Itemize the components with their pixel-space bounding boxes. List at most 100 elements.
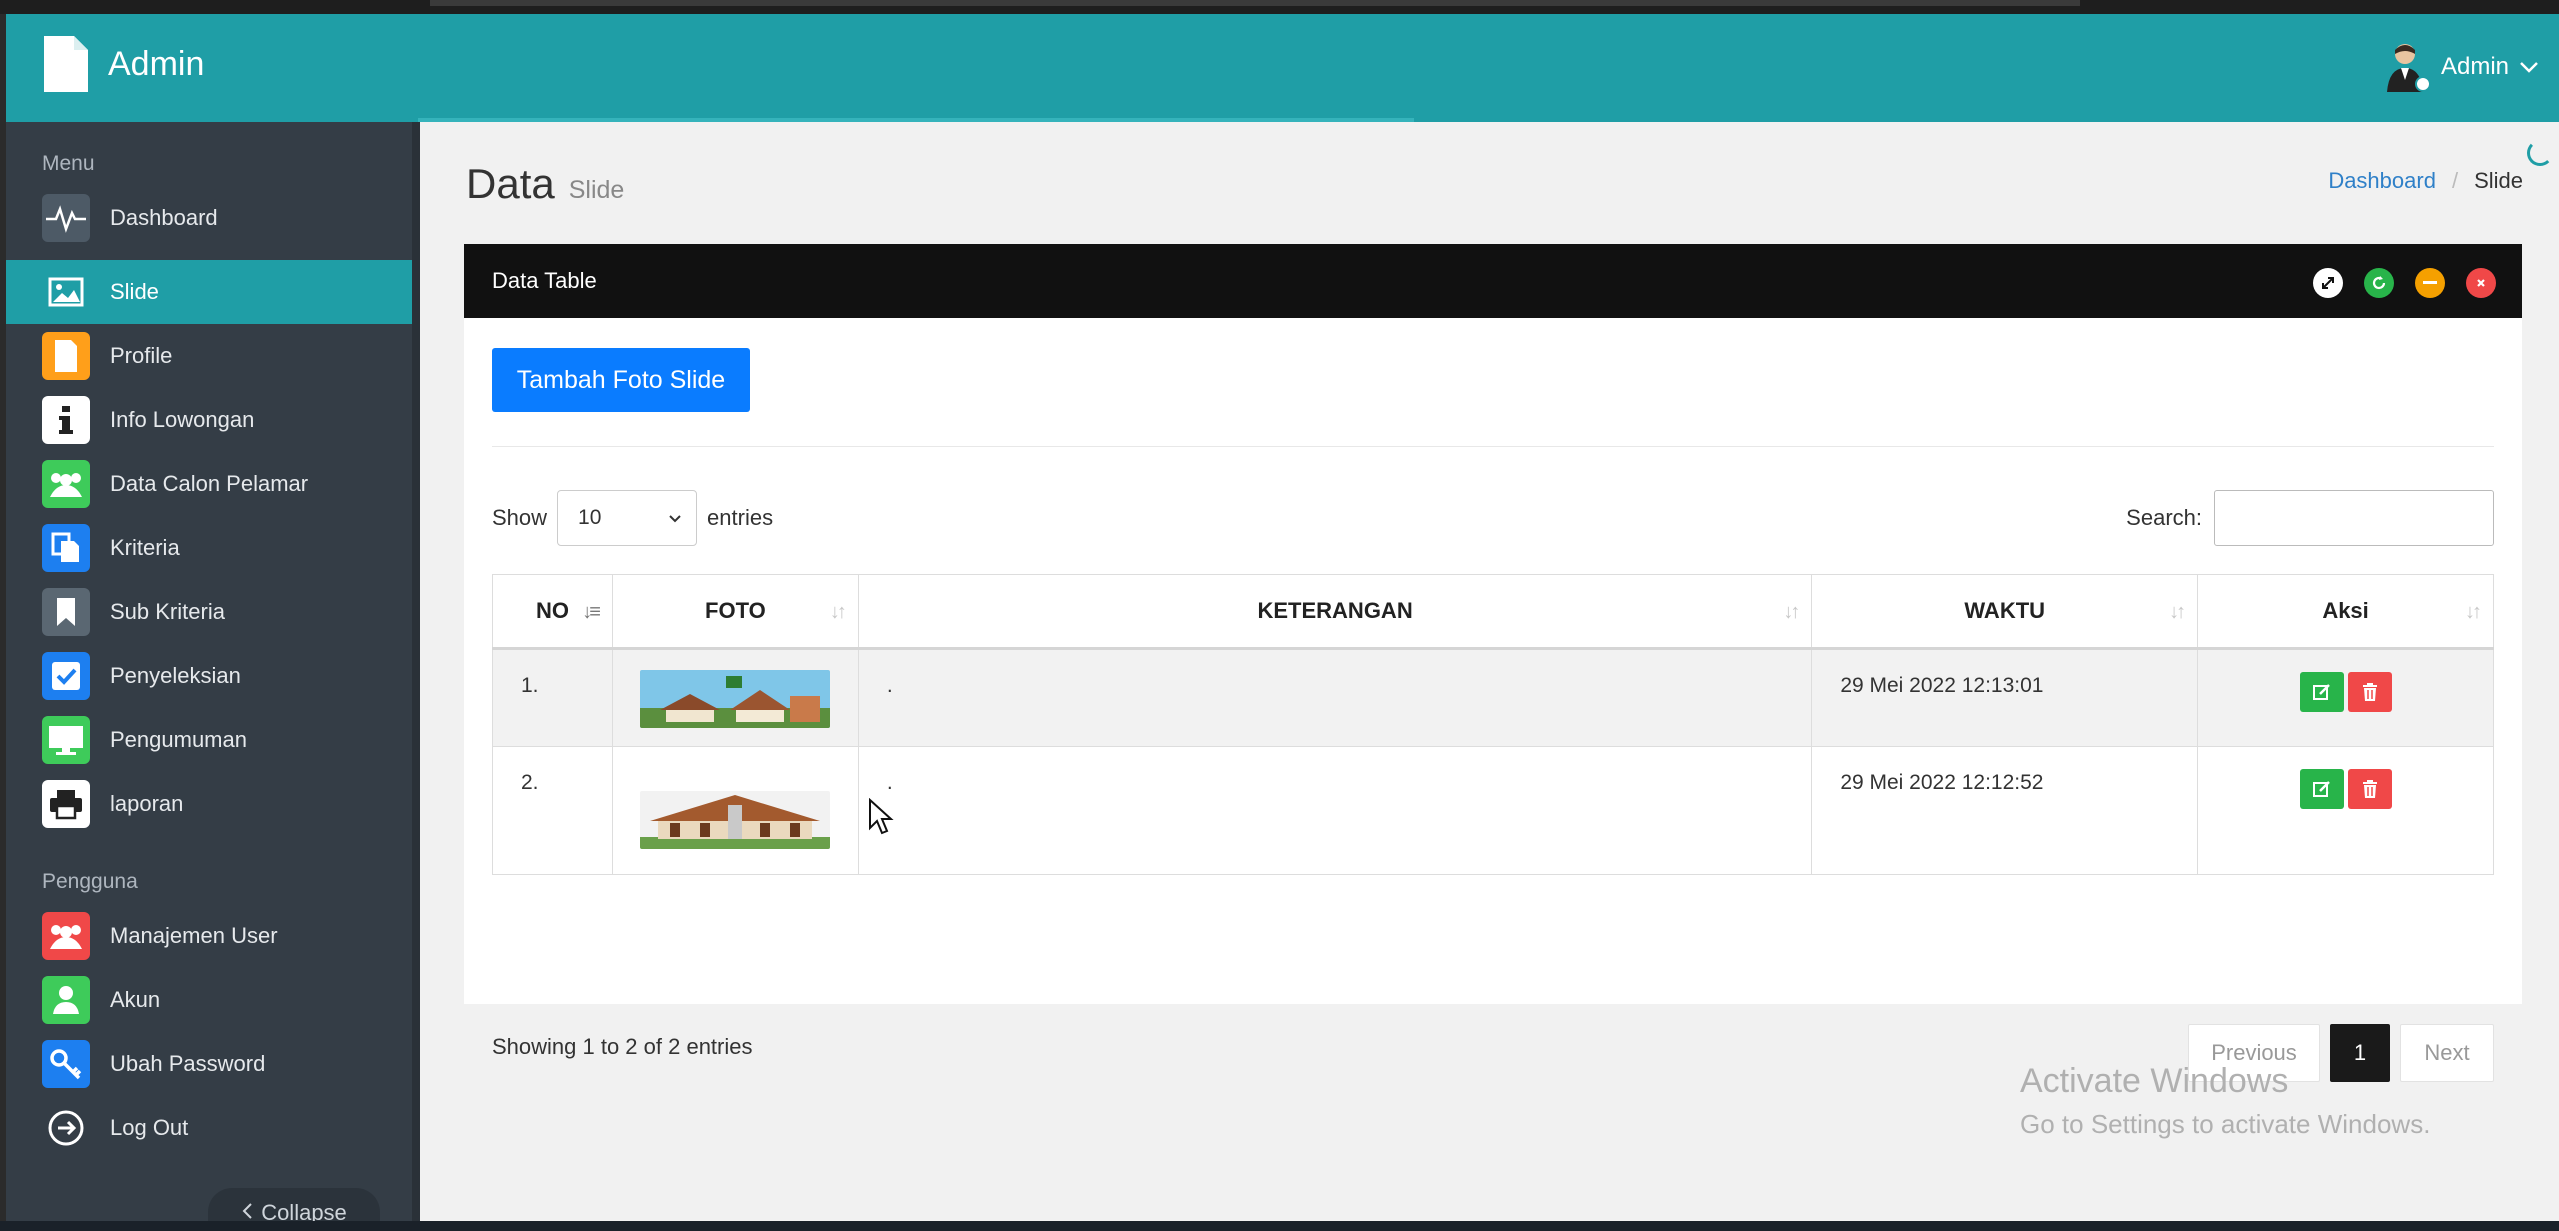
page-title: Data Slide bbox=[466, 160, 624, 208]
sidebar-item-data-calon-pelamar[interactable]: Data Calon Pelamar bbox=[6, 452, 418, 516]
show-label: Show bbox=[492, 505, 548, 530]
trash-icon bbox=[2362, 780, 2377, 798]
column-header-aksi[interactable]: Aksi ↓↑ bbox=[2197, 574, 2494, 650]
sidebar-item-akun[interactable]: Akun bbox=[6, 968, 418, 1032]
panel-controls bbox=[2313, 268, 2496, 298]
sidebar-item-label: Data Calon Pelamar bbox=[110, 471, 309, 496]
expand-icon[interactable] bbox=[2313, 268, 2343, 298]
sidebar-item-manajemen-user[interactable]: Manajemen User bbox=[6, 904, 418, 968]
app-logo[interactable]: Admin bbox=[40, 34, 204, 94]
add-slide-photo-button[interactable]: Tambah Foto Slide bbox=[492, 348, 750, 412]
column-header-foto[interactable]: FOTO ↓↑ bbox=[611, 574, 859, 650]
edit-icon bbox=[2312, 684, 2330, 700]
breadcrumb-current: Slide bbox=[2474, 168, 2523, 193]
sidebar-item-kriteria[interactable]: Kriteria bbox=[6, 516, 418, 580]
menu-section-label: Menu bbox=[42, 152, 95, 175]
row-photo bbox=[611, 648, 859, 747]
main-content: Data Slide Dashboard / Slide Data Table … bbox=[420, 122, 2559, 1221]
browser-tab-bar bbox=[430, 0, 2080, 6]
sidebar-item-label: Kriteria bbox=[110, 535, 180, 560]
panel-title: Data Table bbox=[492, 268, 597, 293]
row-number: 2. bbox=[492, 746, 613, 875]
close-icon[interactable] bbox=[2466, 268, 2496, 298]
search-label: Search: bbox=[2126, 505, 2202, 530]
pulse-icon bbox=[42, 194, 90, 242]
key-icon bbox=[42, 1040, 90, 1088]
row-keterangan: . bbox=[857, 648, 1813, 747]
row-actions bbox=[2197, 648, 2494, 747]
edit-icon bbox=[2312, 781, 2330, 797]
watermark-subtitle: Go to Settings to activate Windows. bbox=[2020, 1109, 2431, 1139]
row-keterangan: . bbox=[857, 746, 1813, 875]
edit-button[interactable] bbox=[2299, 672, 2344, 712]
slide-thumbnail[interactable] bbox=[640, 670, 831, 728]
sidebar-item-sub-kriteria[interactable]: Sub Kriteria bbox=[6, 580, 418, 644]
page-title-main: Data bbox=[466, 160, 555, 207]
info-icon bbox=[42, 396, 90, 444]
sidebar-item-penyeleksian[interactable]: Penyeleksian bbox=[6, 644, 418, 708]
sidebar-item-pengumuman[interactable]: Pengumuman bbox=[6, 708, 418, 772]
data-table-panel: Data Table Tambah Foto Slide Show 10 ent… bbox=[464, 244, 2522, 1082]
reload-icon[interactable] bbox=[2364, 268, 2394, 298]
sidebar-item-label: Info Lowongan bbox=[110, 407, 255, 432]
table-row: 1. . 29 Mei 2022 12:13:01 bbox=[492, 648, 2494, 747]
row-waktu: 29 Mei 2022 12:13:01 bbox=[1811, 648, 2199, 747]
entries-select[interactable]: 10 bbox=[557, 490, 698, 546]
sidebar-item-label: Akun bbox=[110, 987, 161, 1012]
column-header-no[interactable]: NO ↓≡ bbox=[492, 574, 613, 650]
row-waktu: 29 Mei 2022 12:12:52 bbox=[1811, 746, 2199, 875]
column-header-keterangan[interactable]: KETERANGAN ↓↑ bbox=[857, 574, 1813, 650]
top-header: Admin Admin bbox=[6, 14, 2559, 122]
watermark-title: Activate Windows bbox=[2020, 1062, 2289, 1100]
sidebar-item-label: Pengumuman bbox=[110, 727, 247, 752]
users-icon bbox=[42, 912, 90, 960]
divider bbox=[492, 446, 2494, 447]
column-header-waktu[interactable]: WAKTU ↓↑ bbox=[1811, 574, 2199, 650]
entries-label: entries bbox=[707, 505, 774, 530]
breadcrumb-dashboard-link[interactable]: Dashboard bbox=[2328, 168, 2436, 194]
bookmark-icon bbox=[42, 588, 90, 636]
sidebar-item-label: Manajemen User bbox=[110, 923, 278, 948]
delete-button[interactable] bbox=[2347, 769, 2392, 809]
sidebar-item-dashboard[interactable]: Dashboard bbox=[6, 186, 418, 250]
sidebar-item-profile[interactable]: Profile bbox=[6, 324, 418, 388]
sort-icon: ↓↑ bbox=[829, 601, 847, 623]
delete-button[interactable] bbox=[2347, 672, 2392, 712]
edit-button[interactable] bbox=[2299, 769, 2344, 809]
table-search: Search: bbox=[2126, 490, 2494, 546]
monitor-icon bbox=[42, 716, 90, 764]
file-icon bbox=[40, 34, 92, 94]
avatar bbox=[2383, 40, 2431, 94]
sort-asc-icon: ↓≡ bbox=[582, 601, 601, 623]
panel-header: Data Table bbox=[464, 244, 2522, 318]
sidebar-item-label: Penyeleksian bbox=[110, 663, 241, 688]
sidebar-item-label: Ubah Password bbox=[110, 1051, 266, 1076]
sidebar-edge bbox=[412, 122, 420, 1221]
entries-length-control: Show 10 entries bbox=[492, 490, 773, 546]
app-title: Admin bbox=[108, 44, 205, 83]
sidebar-item-label: Slide bbox=[110, 279, 159, 304]
users-icon bbox=[42, 460, 90, 508]
sidebar-item-label: Profile bbox=[110, 343, 173, 368]
sidebar-item-ubah-password[interactable]: Ubah Password bbox=[6, 1032, 418, 1096]
table-row: 2. . 29 Mei 2022 12:12:52 bbox=[492, 746, 2494, 875]
window-top-strip bbox=[0, 0, 2559, 14]
breadcrumb: Dashboard / Slide bbox=[2328, 168, 2523, 194]
breadcrumb-separator: / bbox=[2451, 168, 2459, 193]
minimize-icon[interactable] bbox=[2415, 268, 2445, 298]
search-input[interactable] bbox=[2214, 490, 2494, 546]
slide-table: NO ↓≡ FOTO ↓↑ KETERANGAN ↓↑ WAKTU ↓↑ Aksi ↓↑ … bbox=[492, 574, 2494, 875]
slide-thumbnail[interactable] bbox=[640, 791, 831, 849]
sidebar-item-info-lowongan[interactable]: Info Lowongan bbox=[6, 388, 418, 452]
loading-spinner-icon bbox=[2527, 140, 2553, 166]
windows-activation-watermark: Activate Windows Go to Settings to activ… bbox=[2020, 1062, 2430, 1140]
sidebar-item-laporan[interactable]: laporan bbox=[6, 772, 418, 836]
sidebar-item-label: Dashboard bbox=[110, 205, 218, 230]
sidebar: Menu Dashboard Slide Profile Info Lowong… bbox=[6, 122, 418, 1221]
sidebar-item-log-out[interactable]: Log Out bbox=[6, 1096, 418, 1160]
user-menu[interactable]: Admin bbox=[2383, 40, 2539, 94]
sidebar-item-label: Sub Kriteria bbox=[110, 599, 225, 624]
sidebar-item-label: Log Out bbox=[110, 1115, 189, 1140]
document-icon bbox=[42, 332, 90, 380]
sidebar-item-slide[interactable]: Slide bbox=[6, 260, 418, 324]
